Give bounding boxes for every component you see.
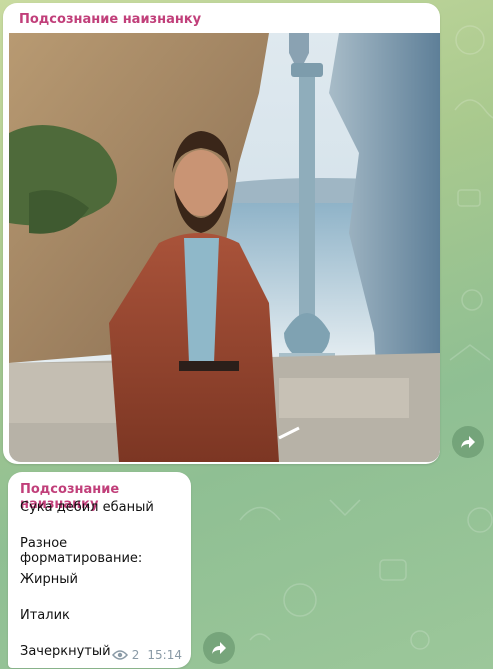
forward-arrow-icon [461,436,475,448]
message-line: Сука дебил ебаный [20,500,154,515]
message-time: 15:14 [147,648,182,662]
message-line: Италик [20,608,70,623]
photo-image [9,33,440,462]
message-meta: 2 15:14 [111,648,182,662]
photo-message[interactable]: Подсознание наизнанку [3,3,440,464]
sender-name[interactable]: Подсознание наизнанку [19,12,201,27]
message-line: Разное форматирование: [20,536,143,566]
forward-button[interactable] [203,632,235,664]
message-photo[interactable] [9,33,440,462]
view-count: 2 [131,648,140,662]
forward-arrow-icon [212,642,226,654]
eye-icon [111,650,128,660]
message-line: Зачеркнутый [20,644,111,659]
forward-button[interactable] [452,426,484,458]
message-line: Жирный [20,572,78,587]
text-message[interactable]: Подсознание наизнанку Сука дебил ебаный … [8,472,191,668]
